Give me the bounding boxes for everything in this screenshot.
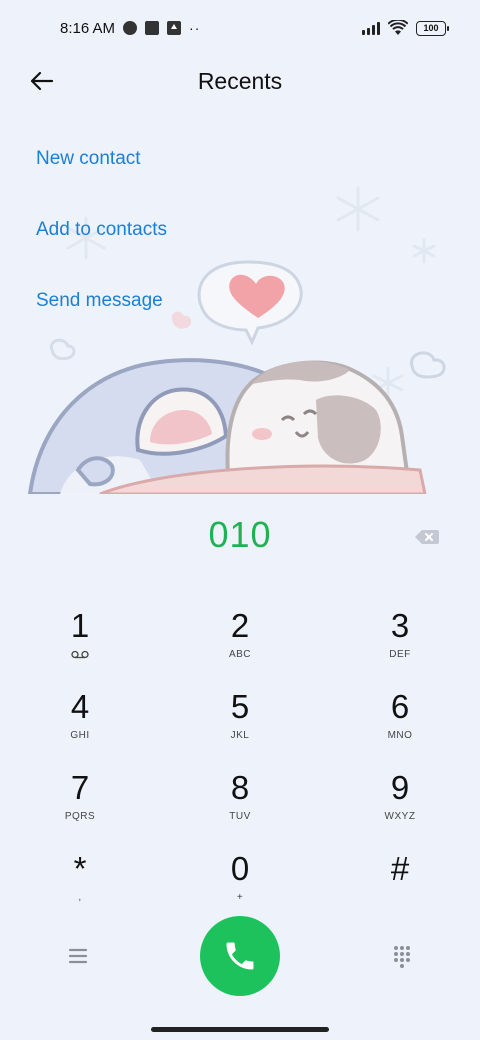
key-1[interactable]: 1 [0, 596, 160, 677]
page-title: Recents [197, 68, 283, 94]
phone-icon [226, 942, 254, 970]
key-digit: 7 [70, 769, 90, 806]
more-notifications-icon: ·· [189, 20, 201, 36]
dialed-number[interactable]: 010 [0, 514, 480, 556]
key-digit: * [73, 850, 87, 887]
header: Recents [0, 56, 480, 108]
key-2[interactable]: 2 ABC [160, 596, 320, 677]
add-to-contacts-link[interactable]: Add to contacts [36, 219, 167, 241]
new-contact-link[interactable]: New contact [36, 148, 141, 170]
key-3[interactable]: 3 DEF [320, 596, 480, 677]
battery-level: 100 [423, 23, 439, 33]
wifi-icon [388, 20, 408, 35]
square-notification-icon [145, 21, 160, 35]
key-letters: TUV [229, 811, 251, 822]
upload-notification-icon [167, 21, 182, 35]
key-digit: 4 [70, 688, 90, 725]
key-letters: ABC [228, 649, 252, 660]
key-letters: JKL [230, 730, 250, 741]
keypad-toggle-button[interactable] [390, 944, 414, 968]
key-digit: 5 [230, 688, 250, 725]
key-letters: WXYZ [384, 811, 416, 822]
call-button[interactable] [200, 916, 280, 996]
status-left: 8:16 AM ·· [60, 20, 200, 37]
key-9[interactable]: 9 WXYZ [320, 758, 480, 839]
key-letters: DEF [389, 649, 411, 660]
key-hash[interactable]: # [320, 839, 480, 920]
dial-keypad: 1 2 ABC 3 DEF 4 GHI 5 JKL 6 MNO 7 PQRS 8… [0, 596, 480, 920]
key-4[interactable]: 4 GHI [0, 677, 160, 758]
status-bar: 8:16 AM ·· 100 [0, 0, 480, 56]
key-digit: 3 [390, 607, 410, 644]
send-message-link[interactable]: Send message [36, 290, 163, 312]
hamburger-menu-icon [68, 948, 88, 964]
key-digit: 0 [230, 850, 250, 887]
backspace-button[interactable] [413, 526, 441, 548]
key-digit: # [390, 850, 410, 887]
key-letters: MNO [387, 730, 413, 741]
key-6[interactable]: 6 MNO [320, 677, 480, 758]
menu-button[interactable] [64, 944, 92, 968]
app-notification-icon [123, 21, 138, 35]
key-star[interactable]: * , [0, 839, 160, 920]
key-letters: GHI [70, 730, 90, 741]
key-7[interactable]: 7 PQRS [0, 758, 160, 839]
key-letters: , [78, 892, 82, 903]
voicemail-icon [71, 650, 89, 659]
battery-icon: 100 [416, 20, 449, 36]
key-digit: 6 [390, 688, 410, 725]
key-5[interactable]: 5 JKL [160, 677, 320, 758]
backspace-icon [415, 530, 439, 544]
key-digit: 9 [390, 769, 410, 806]
key-digit: 2 [230, 607, 250, 644]
signal-icon [362, 21, 380, 35]
key-letters: + [236, 892, 244, 903]
key-8[interactable]: 8 TUV [160, 758, 320, 839]
dialpad-icon [394, 946, 410, 968]
home-indicator[interactable] [151, 1027, 329, 1032]
key-0[interactable]: 0 + [160, 839, 320, 920]
status-right: 100 [362, 20, 449, 36]
status-time: 8:16 AM [60, 19, 116, 37]
key-digit: 1 [70, 607, 90, 644]
key-letters: PQRS [64, 811, 96, 822]
key-digit: 8 [230, 769, 250, 806]
